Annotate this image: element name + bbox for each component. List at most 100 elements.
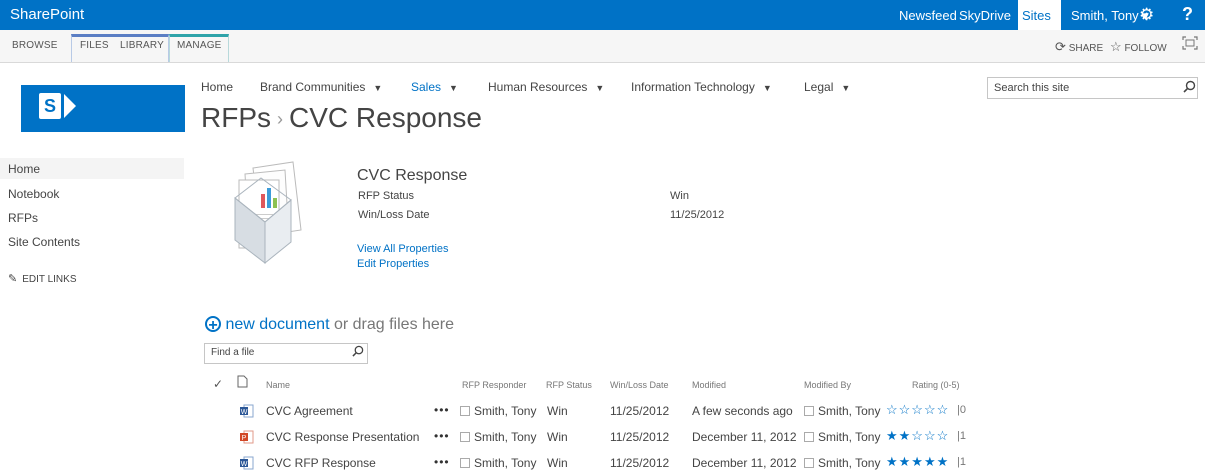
tab-manage[interactable]: MANAGE: [177, 40, 222, 51]
presence-checkbox[interactable]: [460, 432, 470, 442]
column-header-rfp-responder[interactable]: RFP Responder: [462, 380, 526, 390]
select-all-checkmark-icon[interactable]: ✓: [213, 377, 223, 391]
responder-name[interactable]: Smith, Tony: [474, 404, 536, 418]
date-cell: 11/25/2012: [610, 456, 670, 470]
prop-value: 11/25/2012: [670, 209, 725, 221]
quicklaunch-item-home[interactable]: Home: [8, 162, 40, 176]
edit-properties-link[interactable]: Edit Properties: [357, 258, 429, 270]
caret-down-icon: ▼: [373, 83, 383, 93]
file-name-link[interactable]: CVC Agreement: [266, 404, 353, 418]
breadcrumb-separator-icon: ›: [277, 109, 283, 130]
star-outline-icon: ☆: [1110, 39, 1122, 54]
tab-browse[interactable]: BROWSE: [12, 40, 58, 51]
new-document-link[interactable]: new document: [225, 316, 329, 333]
rating-count: |1: [957, 430, 966, 442]
column-header-win-loss-date[interactable]: Win/Loss Date: [610, 380, 669, 390]
document-set-icon: [231, 160, 321, 265]
svg-text:W: W: [241, 461, 248, 468]
presence-checkbox[interactable]: [804, 406, 814, 416]
nav-sales[interactable]: Sales ▼: [411, 80, 458, 94]
drag-hint: or drag files here: [333, 316, 455, 333]
focus-content-icon[interactable]: [1182, 36, 1198, 53]
presence-checkbox[interactable]: [804, 458, 814, 468]
presence-checkbox[interactable]: [460, 458, 470, 468]
rating-stars[interactable]: ★★☆☆☆: [886, 428, 949, 444]
rating-count-value: 1: [959, 456, 966, 468]
rating-count: |0: [957, 404, 966, 416]
prop-value: Win: [670, 190, 689, 202]
search-icon[interactable]: [1183, 80, 1196, 96]
nav-information-technology[interactable]: Information Technology ▼: [631, 80, 772, 94]
search-icon[interactable]: [352, 345, 364, 360]
more-options-icon[interactable]: •••: [434, 455, 450, 469]
nav-legal[interactable]: Legal ▼: [804, 80, 850, 94]
prop-label: Win/Loss Date: [358, 209, 430, 221]
add-icon[interactable]: +: [205, 316, 221, 334]
file-name-link[interactable]: CVC RFP Response: [266, 456, 376, 470]
column-header-rating[interactable]: Rating (0-5): [912, 380, 960, 390]
column-header-name[interactable]: Name: [266, 380, 290, 390]
nav-label: Legal: [804, 80, 834, 94]
caret-down-icon: ▼: [841, 83, 851, 93]
nav-brand-communities[interactable]: Brand Communities ▼: [260, 80, 382, 94]
modified-cell: A few seconds ago: [692, 404, 793, 418]
quicklaunch-item-notebook[interactable]: Notebook: [8, 187, 59, 201]
search-input[interactable]: Search this site: [994, 82, 1069, 94]
modified-by-name[interactable]: Smith, Tony: [818, 430, 880, 444]
rating-stars[interactable]: ☆☆☆☆☆: [886, 402, 949, 418]
tab-library[interactable]: LIBRARY: [120, 40, 164, 51]
view-all-properties-link[interactable]: View All Properties: [357, 243, 449, 255]
responder-name[interactable]: Smith, Tony: [474, 456, 536, 470]
nav-home[interactable]: Home: [201, 80, 233, 94]
sites-link[interactable]: Sites: [1022, 8, 1051, 23]
quicklaunch-item-rfps[interactable]: RFPs: [8, 211, 38, 225]
status-cell: Win: [547, 430, 568, 444]
more-options-icon[interactable]: •••: [434, 403, 450, 417]
rating-count-value: 0: [959, 404, 966, 416]
word-doc-icon: W: [240, 456, 254, 475]
edit-links-label: EDIT LINKS: [22, 274, 77, 285]
gear-icon[interactable]: ⚙: [1139, 5, 1154, 25]
modified-cell: December 11, 2012: [692, 456, 797, 470]
tab-files[interactable]: FILES: [80, 40, 109, 51]
rating-count-value: 1: [959, 430, 966, 442]
presence-checkbox[interactable]: [460, 406, 470, 416]
brand-label[interactable]: SharePoint: [10, 6, 84, 23]
share-label: SHARE: [1068, 43, 1104, 54]
modified-by-name[interactable]: Smith, Tony: [818, 404, 880, 418]
column-header-modified-by[interactable]: Modified By: [804, 380, 851, 390]
caret-down-icon: ▼: [595, 83, 605, 93]
share-button[interactable]: ⟳ SHARE: [1055, 39, 1103, 55]
user-menu[interactable]: Smith, Tony ▾: [1071, 8, 1149, 24]
logo-arrow-icon: [64, 94, 76, 118]
svg-text:W: W: [241, 409, 248, 416]
new-document-bar: + new document or drag files here: [205, 316, 454, 334]
breadcrumb-current: CVC Response: [289, 102, 482, 133]
find-file-input[interactable]: Find a file: [211, 347, 254, 358]
sharepoint-s-icon: S: [39, 93, 61, 119]
responder-name[interactable]: Smith, Tony: [474, 430, 536, 444]
follow-button[interactable]: ☆ FOLLOW: [1110, 39, 1167, 55]
breadcrumb-parent[interactable]: RFPs: [201, 102, 271, 133]
newsfeed-link[interactable]: Newsfeed: [899, 8, 957, 23]
column-header-modified[interactable]: Modified: [692, 380, 726, 390]
rating-stars[interactable]: ★★★★★: [886, 454, 949, 470]
skydrive-link[interactable]: SkyDrive: [959, 8, 1011, 23]
page-title: RFPs › CVC Response: [201, 102, 482, 134]
column-header-rfp-status[interactable]: RFP Status: [546, 380, 592, 390]
nav-human-resources[interactable]: Human Resources ▼: [488, 80, 604, 94]
nav-label: Sales: [411, 80, 442, 94]
responder-cell: Smith, Tony: [460, 430, 536, 444]
modified-by-cell: Smith, Tony: [804, 404, 880, 418]
follow-label: FOLLOW: [1124, 43, 1167, 54]
help-icon[interactable]: ?: [1182, 4, 1193, 25]
file-name-link[interactable]: CVC Response Presentation: [266, 430, 419, 444]
presence-checkbox[interactable]: [804, 432, 814, 442]
responder-cell: Smith, Tony: [460, 456, 536, 470]
modified-by-name[interactable]: Smith, Tony: [818, 456, 880, 470]
prop-label: RFP Status: [358, 190, 415, 202]
more-options-icon[interactable]: •••: [434, 429, 450, 443]
edit-links-button[interactable]: ✎ EDIT LINKS: [8, 272, 77, 285]
quicklaunch-item-site-contents[interactable]: Site Contents: [8, 235, 80, 249]
nav-label: Human Resources: [488, 80, 588, 94]
